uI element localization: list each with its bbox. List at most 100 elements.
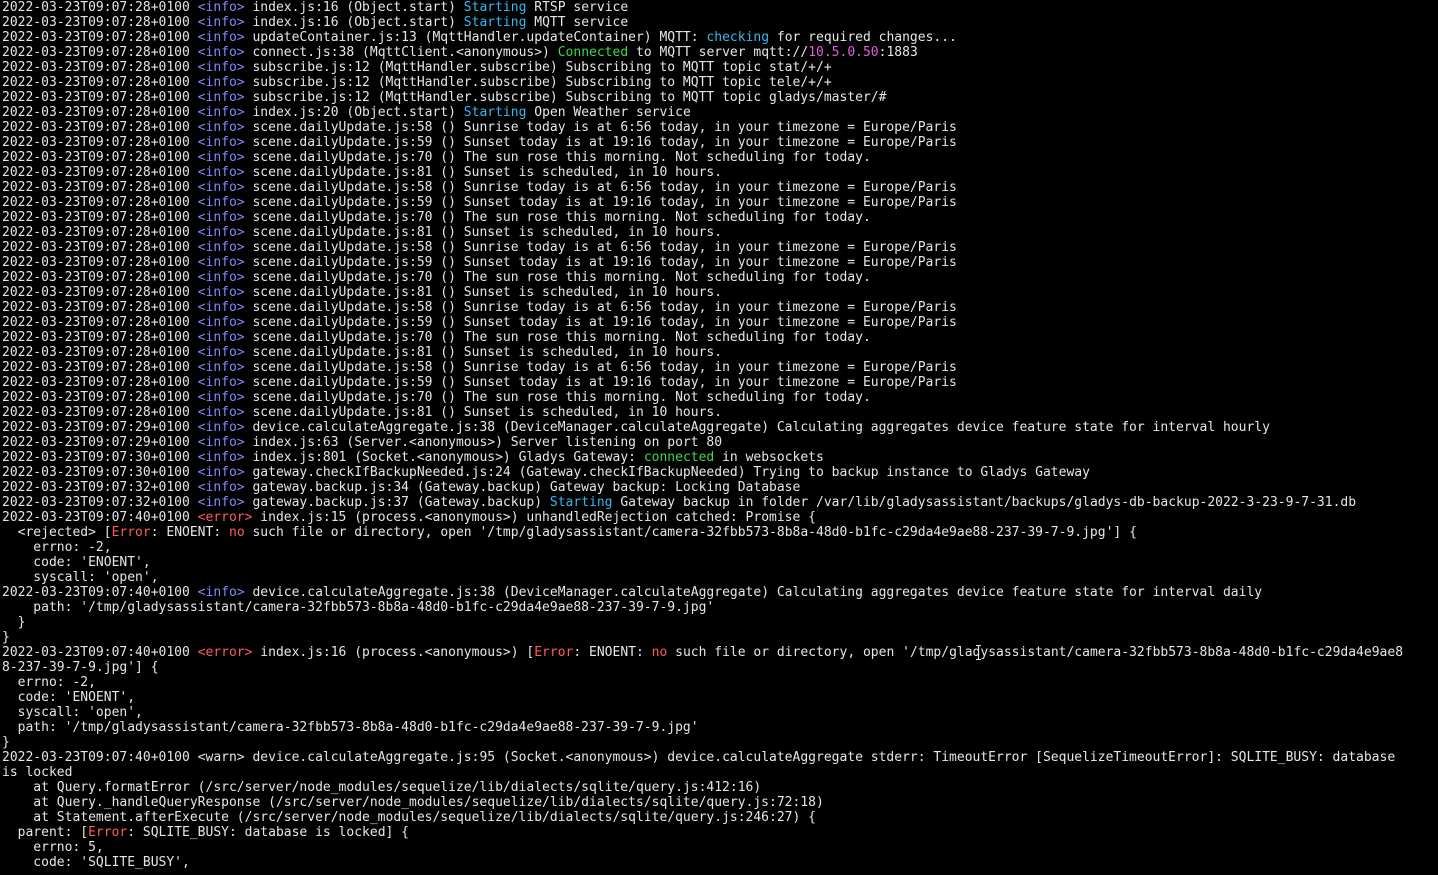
log-text: : ENOENT:: [573, 645, 652, 660]
log-highlight: checking: [706, 30, 770, 45]
log-text: 2022-03-23T09:07:28+0100: [2, 285, 198, 300]
log-line: 2022-03-23T09:07:40+0100 <error> index.j…: [2, 645, 1438, 660]
log-line: errno: 5,: [2, 840, 1438, 855]
log-text: gateway.checkIfBackupNeeded.js:24 (Gatew…: [244, 465, 1090, 480]
log-text: }: [2, 615, 26, 630]
log-text: Open Weather service: [526, 105, 691, 120]
log-line: 2022-03-23T09:07:29+0100 <info> index.js…: [2, 435, 1438, 450]
log-highlight: Connected: [557, 45, 629, 60]
log-text: 2022-03-23T09:07:28+0100: [2, 375, 198, 390]
log-text: 2022-03-23T09:07:29+0100: [2, 435, 198, 450]
log-text: scene.dailyUpdate.js:81 () Sunset is sch…: [244, 285, 723, 300]
log-level-info: <info>: [197, 15, 245, 30]
log-level-info: <info>: [197, 495, 245, 510]
log-line: errno: -2,: [2, 675, 1438, 690]
log-line: 2022-03-23T09:07:32+0100 <info> gateway.…: [2, 495, 1438, 510]
log-text: scene.dailyUpdate.js:58 () Sunrise today…: [244, 240, 957, 255]
log-line: 2022-03-23T09:07:40+0100 <info> device.c…: [2, 585, 1438, 600]
log-line: 2022-03-23T09:07:40+0100 <error> index.j…: [2, 510, 1438, 525]
log-line: }: [2, 630, 1438, 645]
log-text: at Query._handleQueryResponse (/src/serv…: [2, 795, 824, 810]
log-line: is locked: [2, 765, 1438, 780]
log-line: 2022-03-23T09:07:28+0100 <info> scene.da…: [2, 150, 1438, 165]
log-text: index.js:20 (Object.start): [244, 105, 464, 120]
log-text: scene.dailyUpdate.js:58 () Sunrise today…: [244, 120, 957, 135]
log-text: 2022-03-23T09:07:29+0100: [2, 420, 198, 435]
log-level-info: <info>: [197, 420, 245, 435]
log-text: index.js:16 (Object.start): [244, 15, 464, 30]
log-highlight: Starting: [463, 105, 527, 120]
log-line: code: 'SQLITE_BUSY',: [2, 855, 1438, 870]
log-text: 2022-03-23T09:07:28+0100: [2, 210, 198, 225]
log-text: path: '/tmp/gladysassistant/camera-32fbb…: [2, 600, 715, 615]
log-text: <rejected> [: [2, 525, 112, 540]
log-text: scene.dailyUpdate.js:58 () Sunrise today…: [244, 360, 957, 375]
log-line: errno: -2,: [2, 540, 1438, 555]
log-text: : SQLITE_BUSY: database is locked] {: [127, 825, 409, 840]
log-text: code: 'SQLITE_BUSY',: [2, 855, 190, 870]
log-level-info: <info>: [197, 285, 245, 300]
log-text: connect.js:38 (MqttClient.<anonymous>): [244, 45, 558, 60]
log-text: 2022-03-23T09:07:28+0100: [2, 30, 198, 45]
log-text: 2022-03-23T09:07:28+0100: [2, 330, 198, 345]
log-text: scene.dailyUpdate.js:58 () Sunrise today…: [244, 180, 957, 195]
log-text: 2022-03-23T09:07:28+0100: [2, 390, 198, 405]
log-line: path: '/tmp/gladysassistant/camera-32fbb…: [2, 600, 1438, 615]
log-level-info: <info>: [197, 210, 245, 225]
log-text: 2022-03-23T09:07:28+0100: [2, 255, 198, 270]
log-text: 2022-03-23T09:07:28+0100: [2, 135, 198, 150]
log-text: }: [2, 630, 10, 645]
log-text: parent: [: [2, 825, 89, 840]
log-line: 2022-03-23T09:07:28+0100 <info> scene.da…: [2, 195, 1438, 210]
log-line: at Query._handleQueryResponse (/src/serv…: [2, 795, 1438, 810]
log-text: scene.dailyUpdate.js:59 () Sunset today …: [244, 195, 957, 210]
log-text: 2022-03-23T09:07:28+0100: [2, 165, 198, 180]
log-line: syscall: 'open',: [2, 570, 1438, 585]
log-line: 2022-03-23T09:07:28+0100 <info> scene.da…: [2, 315, 1438, 330]
log-text: errno: -2,: [2, 675, 96, 690]
log-text: 2022-03-23T09:07:32+0100: [2, 480, 198, 495]
log-text: 2022-03-23T09:07:30+0100: [2, 450, 198, 465]
log-output: 2022-03-23T09:07:28+0100 <info> index.js…: [2, 0, 1438, 870]
log-text: 2022-03-23T09:07:28+0100: [2, 105, 198, 120]
log-line: 2022-03-23T09:07:28+0100 <info> connect.…: [2, 45, 1438, 60]
log-line: code: 'ENOENT',: [2, 555, 1438, 570]
log-text: 2022-03-23T09:07:28+0100: [2, 195, 198, 210]
log-text: 2022-03-23T09:07:40+0100: [2, 750, 198, 765]
log-text: 2022-03-23T09:07:28+0100: [2, 240, 198, 255]
log-line: 2022-03-23T09:07:28+0100 <info> scene.da…: [2, 240, 1438, 255]
log-text: 2022-03-23T09:07:28+0100: [2, 225, 198, 240]
log-line: 2022-03-23T09:07:28+0100 <info> scene.da…: [2, 330, 1438, 345]
log-line: 2022-03-23T09:07:28+0100 <info> scene.da…: [2, 135, 1438, 150]
log-text: index.js:16 (process.<anonymous>) [: [252, 645, 535, 660]
log-level-info: <info>: [197, 180, 245, 195]
log-text: :1883: [878, 45, 918, 60]
log-level-info: <info>: [197, 225, 245, 240]
log-level-info: <info>: [197, 90, 245, 105]
log-text: 2022-03-23T09:07:28+0100: [2, 345, 198, 360]
log-text: such file or directory, open '/tmp/glady…: [667, 645, 1404, 660]
log-line: 2022-03-23T09:07:30+0100 <info> gateway.…: [2, 465, 1438, 480]
log-text: RTSP service: [526, 0, 629, 15]
log-line: 2022-03-23T09:07:28+0100 <info> scene.da…: [2, 375, 1438, 390]
log-text: such file or directory, open '/tmp/glady…: [244, 525, 1137, 540]
log-text: }: [2, 735, 10, 750]
log-level-info: <info>: [197, 60, 245, 75]
log-text: device.calculateAggregate.js:95 (Socket.…: [244, 750, 1396, 765]
log-text: 2022-03-23T09:07:28+0100: [2, 0, 198, 15]
log-line: at Query.formatError (/src/server/node_m…: [2, 780, 1438, 795]
log-text: errno: -2,: [2, 540, 112, 555]
log-text: code: 'ENOENT',: [2, 555, 151, 570]
log-line: 2022-03-23T09:07:40+0100 <warn> device.c…: [2, 750, 1438, 765]
log-line: 2022-03-23T09:07:28+0100 <info> index.js…: [2, 0, 1438, 15]
terminal-window[interactable]: 2022-03-23T09:07:28+0100 <info> index.js…: [0, 0, 1438, 875]
log-line: path: '/tmp/gladysassistant/camera-32fbb…: [2, 720, 1438, 735]
log-text: MQTT service: [526, 15, 629, 30]
log-text: to MQTT server mqtt://: [628, 45, 809, 60]
log-text: 2022-03-23T09:07:40+0100: [2, 585, 198, 600]
log-text: 2022-03-23T09:07:40+0100: [2, 510, 198, 525]
log-text: code: 'ENOENT',: [2, 690, 136, 705]
log-text: scene.dailyUpdate.js:81 () Sunset is sch…: [244, 405, 723, 420]
log-line: 2022-03-23T09:07:28+0100 <info> subscrib…: [2, 90, 1438, 105]
log-text: Gateway backup in folder /var/lib/gladys…: [612, 495, 1357, 510]
